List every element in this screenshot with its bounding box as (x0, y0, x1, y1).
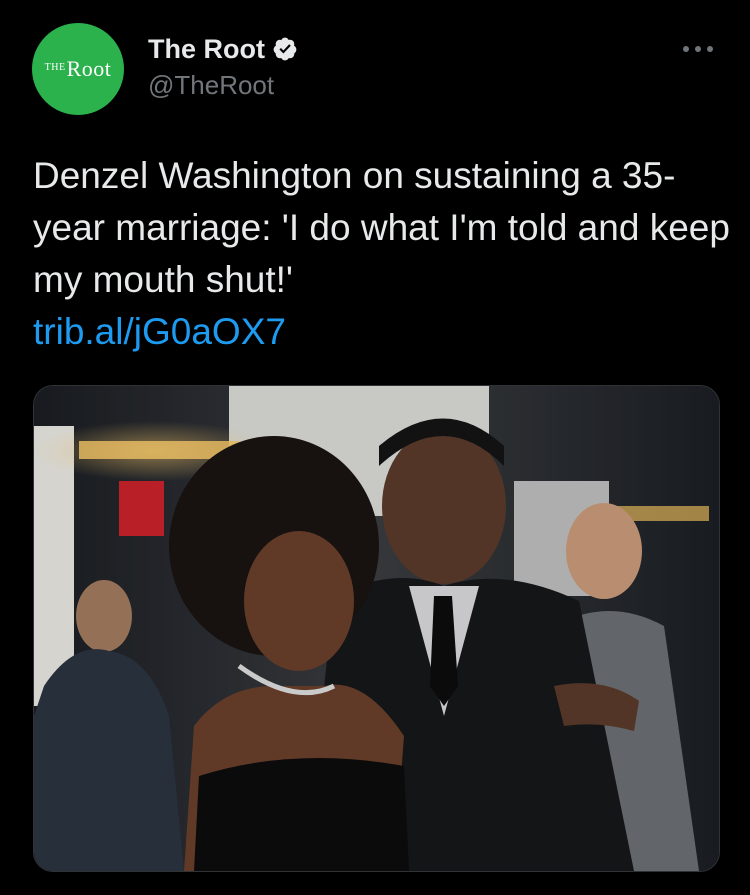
handle[interactable]: @TheRoot (148, 70, 298, 101)
avatar-logo: THERoot (44, 56, 112, 81)
verified-badge-icon (273, 37, 297, 61)
more-options-icon[interactable] (680, 40, 716, 58)
author-info: The Root @TheRoot (148, 32, 298, 101)
tweet[interactable]: THERoot The Root @TheRoot Denzel Washing… (0, 0, 750, 895)
tweet-photo[interactable] (33, 385, 720, 872)
display-name-row: The Root (148, 32, 298, 66)
avatar[interactable]: THERoot (32, 23, 124, 115)
tweet-body: Denzel Washington on sustaining a 35-yea… (33, 150, 733, 358)
tweet-link[interactable]: trib.al/jG0aOX7 (33, 306, 733, 358)
tweet-text: Denzel Washington on sustaining a 35-yea… (33, 155, 730, 300)
display-name[interactable]: The Root (148, 34, 265, 65)
photo-illustration (34, 386, 719, 871)
